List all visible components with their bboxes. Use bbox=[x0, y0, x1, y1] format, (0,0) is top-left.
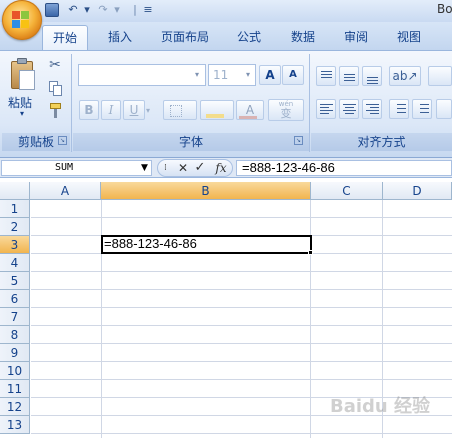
undo-dropdown-icon[interactable]: ▾ bbox=[82, 2, 92, 18]
row-header[interactable]: 8 bbox=[0, 326, 30, 344]
increase-indent-icon[interactable] bbox=[412, 99, 432, 119]
row-header[interactable]: 13 bbox=[0, 416, 30, 434]
active-cell-b3[interactable]: =888-123-46-86 bbox=[101, 235, 312, 254]
enter-icon[interactable]: ✓ bbox=[193, 160, 207, 176]
column-header-d[interactable]: D bbox=[383, 182, 452, 200]
group-separator bbox=[71, 54, 72, 152]
font-launcher-icon[interactable]: ↘ bbox=[294, 136, 303, 145]
column-header-b[interactable]: B bbox=[101, 182, 311, 200]
underline-dropdown-icon[interactable]: ▾ bbox=[146, 106, 154, 115]
orientation-icon[interactable]: ab↗ bbox=[389, 66, 421, 86]
row-header-selected[interactable]: 3 bbox=[0, 236, 30, 254]
borders-icon[interactable] bbox=[163, 100, 197, 120]
align-middle-icon[interactable] bbox=[339, 66, 359, 86]
row-header[interactable]: 10 bbox=[0, 362, 30, 380]
office-logo-icon bbox=[12, 11, 29, 28]
paste-label[interactable]: 粘贴 bbox=[8, 94, 42, 110]
row-header[interactable]: 11 bbox=[0, 380, 30, 398]
format-painter-icon[interactable] bbox=[47, 102, 63, 118]
tab-view[interactable]: 视图 bbox=[389, 25, 429, 50]
row-header[interactable]: 1 bbox=[0, 200, 30, 218]
wrap-text-icon[interactable] bbox=[428, 66, 452, 86]
align-bottom-icon[interactable] bbox=[362, 66, 382, 86]
paste-dropdown-icon[interactable]: ▾ bbox=[20, 110, 28, 118]
column-header-c[interactable]: C bbox=[311, 182, 383, 200]
group-separator bbox=[309, 54, 310, 152]
cut-icon[interactable]: ✂ bbox=[47, 57, 63, 73]
select-all-corner[interactable] bbox=[0, 182, 30, 200]
tab-review[interactable]: 审阅 bbox=[336, 25, 376, 50]
shrink-font-button[interactable]: A bbox=[282, 65, 304, 85]
decrease-indent-icon[interactable] bbox=[389, 99, 409, 119]
column-header-a[interactable]: A bbox=[30, 182, 101, 200]
window-title: Bo bbox=[437, 2, 452, 16]
insert-function-icon[interactable]: fx bbox=[212, 160, 230, 176]
redo-dropdown-icon[interactable]: ▾ bbox=[112, 2, 122, 18]
expand-dots-icon: ⁞ bbox=[164, 163, 167, 173]
name-box-dropdown-icon[interactable]: ▼ bbox=[141, 163, 151, 173]
font-color-swatch bbox=[239, 116, 257, 119]
grow-font-button[interactable]: A bbox=[259, 65, 281, 85]
clipboard-launcher-icon[interactable]: ↘ bbox=[58, 136, 67, 145]
redo-icon[interactable]: ↷ bbox=[96, 2, 110, 18]
bold-button[interactable]: B bbox=[79, 100, 99, 120]
align-right-icon[interactable] bbox=[362, 99, 382, 119]
customize-qat-icon[interactable]: ≡ bbox=[142, 2, 154, 18]
tab-page-layout[interactable]: 页面布局 bbox=[153, 25, 217, 50]
row-header[interactable]: 7 bbox=[0, 308, 30, 326]
row-header[interactable]: 5 bbox=[0, 272, 30, 290]
row-header[interactable]: 12 bbox=[0, 398, 30, 416]
tab-home[interactable]: 开始 bbox=[42, 25, 88, 50]
undo-icon[interactable]: ↶ bbox=[66, 2, 80, 18]
row-header[interactable]: 2 bbox=[0, 218, 30, 236]
separator-icon: | bbox=[133, 3, 137, 16]
save-icon[interactable] bbox=[45, 3, 59, 17]
italic-button[interactable]: I bbox=[101, 100, 121, 120]
fill-color-icon[interactable] bbox=[200, 100, 234, 120]
align-left-icon[interactable] bbox=[316, 99, 336, 119]
paste-icon[interactable] bbox=[8, 58, 38, 92]
merge-center-icon[interactable] bbox=[436, 99, 452, 119]
cancel-icon[interactable]: ✕ bbox=[176, 160, 190, 176]
align-center-icon[interactable] bbox=[339, 99, 359, 119]
alignment-group-label: 对齐方式 bbox=[311, 133, 452, 151]
phonetic-char: 变 bbox=[280, 107, 292, 120]
phonetic-guide-button[interactable]: wén 变 bbox=[268, 99, 304, 121]
font-name-dropdown-icon[interactable]: ▾ bbox=[195, 70, 205, 80]
font-group-label: 字体 bbox=[73, 133, 309, 151]
font-size-dropdown-icon[interactable]: ▾ bbox=[246, 70, 256, 80]
row-header[interactable]: 9 bbox=[0, 344, 30, 362]
formula-input[interactable]: =888-123-46-86 bbox=[236, 160, 452, 176]
row-header[interactable]: 6 bbox=[0, 290, 30, 308]
fill-handle[interactable] bbox=[308, 250, 313, 255]
row-header[interactable]: 4 bbox=[0, 254, 30, 272]
tab-insert[interactable]: 插入 bbox=[100, 25, 140, 50]
tab-formulas[interactable]: 公式 bbox=[229, 25, 269, 50]
underline-button[interactable]: U bbox=[123, 100, 145, 120]
watermark-logo: Baidu 经验 bbox=[330, 396, 431, 417]
name-box[interactable]: SUM bbox=[1, 160, 152, 176]
copy-icon[interactable] bbox=[47, 80, 63, 96]
align-top-icon[interactable] bbox=[316, 66, 336, 86]
font-name-field[interactable] bbox=[78, 64, 206, 86]
tab-data[interactable]: 数据 bbox=[283, 25, 323, 50]
